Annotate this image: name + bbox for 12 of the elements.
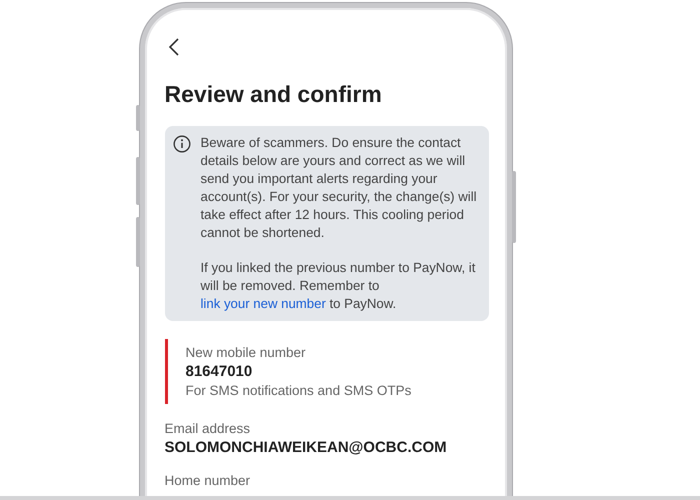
field-value: SOLOMONCHIAWEIKEAN@OCBC.COM <box>164 439 448 456</box>
field-label: Email address <box>164 421 252 436</box>
paynow-text: If you linked the previous number to PayNow, it will be removed. Remember to link your new number to PayNow. <box>200 259 476 313</box>
info-icon <box>172 135 190 153</box>
field-label: New mobile number <box>186 345 307 360</box>
field-value: 81647010 <box>186 363 254 380</box>
field-note: For SMS notifications and SMS OTPs <box>186 383 412 398</box>
field-label: Home number <box>164 473 252 488</box>
page-title: Review and confirm <box>164 81 383 108</box>
paynow-link[interactable]: link your new number <box>200 296 326 311</box>
warning-text: Beware of scammers. Do ensure the contact details below are yours and correct as we will send you important alerts regarding your account(s). For your security, the change(s) will take effect after 12 hours. This cooling period cannot be shortened. <box>200 134 478 242</box>
back-icon <box>168 38 180 56</box>
